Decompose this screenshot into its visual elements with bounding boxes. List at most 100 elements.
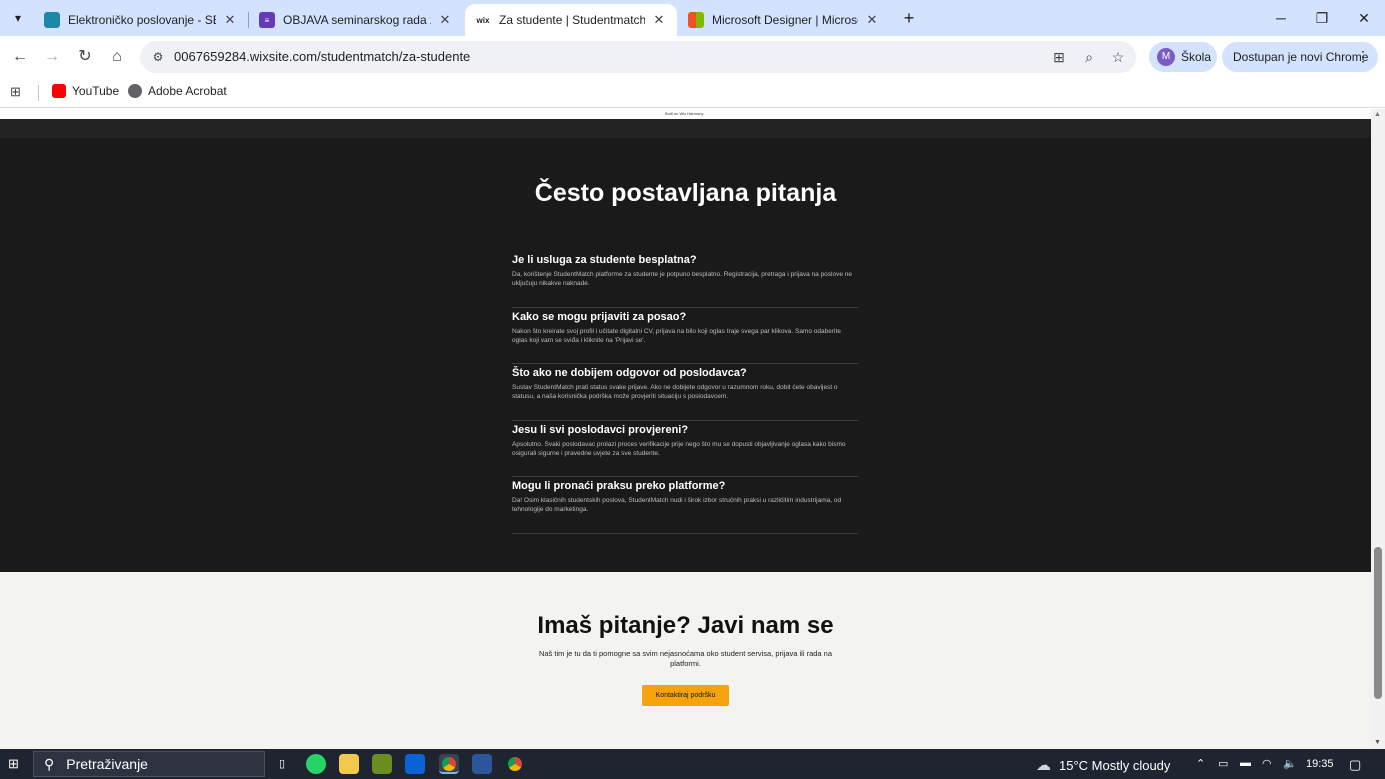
faq-heading: Često postavljana pitanja (534, 179, 837, 207)
bookmarks-bar: ⊞ YouTube Adobe Acrobat (0, 78, 1385, 108)
clock[interactable]: 19:35 (1306, 758, 1334, 770)
tab-title: Microsoft Designer | Microsoft (712, 13, 858, 27)
profile-button[interactable]: M Škola (1149, 42, 1217, 72)
minimize-icon[interactable]: ─ (1260, 0, 1302, 36)
contact-text: Naš tim je tu da ti pomogne sa svim neja… (538, 649, 833, 668)
scrollbar-thumb[interactable] (1374, 547, 1382, 699)
faq-question: Kako se mogu prijaviti za posao? (512, 310, 687, 323)
search-icon: ⚲ (44, 755, 55, 772)
weather-text: 15°C Mostly cloudy (1059, 757, 1171, 773)
apps-grid-icon[interactable]: ⊞ (10, 84, 26, 100)
faq-answer: Nakon što kreirate svoj profil i učitate… (512, 327, 841, 344)
menu-dots-icon[interactable]: ⋮ (1356, 48, 1370, 65)
close-tab-icon[interactable]: ✕ (651, 12, 667, 28)
bookmark-adobe-acrobat[interactable]: Adobe Acrobat (128, 84, 227, 98)
faq-list: Je li usluga za studente besplatna? Da, … (512, 251, 858, 534)
chrome-secondary-icon[interactable] (505, 754, 525, 774)
faq-answer: Apsolutno. Svaki poslodavac prolazi proc… (512, 440, 846, 457)
close-window-icon[interactable]: ✕ (1343, 0, 1385, 36)
close-tab-icon[interactable]: ✕ (864, 12, 880, 28)
windows-start-icon[interactable]: ⊞ (8, 757, 22, 771)
page-scrollbar[interactable]: ▲ ▼ (1371, 109, 1385, 749)
tray-chevron-icon[interactable]: ⌃ (1196, 757, 1205, 770)
faq-item: Jesu li svi poslodavci provjereni? Apsol… (512, 421, 858, 477)
back-icon[interactable]: ← (8, 45, 32, 69)
close-tab-icon[interactable]: ✕ (222, 12, 238, 28)
home-icon[interactable]: ⌂ (105, 45, 129, 69)
globe-icon (128, 84, 142, 98)
faq-item: Mogu li pronaći praksu preko platforme? … (512, 477, 858, 534)
faq-question: Jesu li svi poslodavci provjereni? (512, 423, 689, 436)
whatsapp-icon[interactable] (306, 754, 326, 774)
url-text[interactable]: 0067659284.wixsite.com/studentmatch/za-s… (174, 49, 470, 64)
faq-answer: Da, korištenje StudentMatch platforme za… (512, 271, 853, 287)
cloud-icon: ☁ (1036, 757, 1051, 774)
update-label: Dostupan je novi Chrome (1233, 50, 1369, 64)
profile-name: Škola (1181, 50, 1212, 64)
tab-search-chevron-icon[interactable]: ▾ (6, 6, 30, 30)
previous-section (0, 119, 1371, 138)
page-viewport: Built on Wix Harmony Često postavljana p… (0, 109, 1371, 749)
bookmark-label: Adobe Acrobat (148, 84, 227, 98)
faq-question: Je li usluga za studente besplatna? (512, 254, 697, 266)
volume-icon[interactable]: 🔈 (1283, 757, 1297, 770)
faq-question: Što ako ne dobijem odgovor od poslodavca… (512, 367, 747, 379)
contact-heading: Imaš pitanje? Javi nam se (537, 612, 834, 639)
tab-microsoft-designer[interactable]: Microsoft Designer | Microsoft ✕ (678, 4, 890, 36)
scroll-up-icon[interactable]: ▲ (1374, 111, 1381, 118)
forward-icon[interactable]: → (40, 45, 64, 69)
task-view-icon[interactable]: ▯ (272, 754, 292, 774)
tab-title: OBJAVA seminarskog rada za ko (283, 13, 431, 27)
avatar: M (1157, 48, 1175, 66)
store-icon[interactable] (372, 754, 392, 774)
tab-elektronicko[interactable]: Elektroničko poslovanje - SEMI ✕ (34, 4, 248, 36)
tab-za-studente[interactable]: wix Za studente | Studentmatch ✕ (465, 4, 677, 36)
outlook-icon[interactable] (405, 754, 425, 774)
restore-icon[interactable]: ❐ (1301, 0, 1343, 36)
microsoft-icon (688, 12, 704, 28)
faq-item: Što ako ne dobijem odgovor od poslodavca… (512, 364, 858, 421)
taskbar-search[interactable]: ⚲ Pretraživanje (33, 751, 265, 777)
battery-icon[interactable]: ▬ (1240, 757, 1251, 769)
new-tab-button[interactable]: + (897, 6, 921, 30)
faq-answer: Da! Osim klasičnih studentskih poslova, … (512, 497, 842, 513)
close-tab-icon[interactable]: ✕ (437, 12, 453, 28)
meet-icon[interactable]: ▭ (1218, 757, 1228, 770)
youtube-icon (52, 84, 66, 98)
reload-icon[interactable]: ↻ (73, 45, 97, 69)
scroll-down-icon[interactable]: ▼ (1374, 739, 1381, 746)
chrome-icon[interactable] (439, 754, 459, 774)
chrome-update-button[interactable]: Dostupan je novi Chrome ⋮ (1222, 42, 1378, 72)
address-bar[interactable]: ⚙ 0067659284.wixsite.com/studentmatch/za… (140, 41, 1136, 73)
classroom-icon (44, 12, 60, 28)
bookmark-separator (38, 85, 39, 101)
tab-title: Za studente | Studentmatch (499, 13, 645, 27)
wix-banner-text[interactable]: Built on Wix Harmony (665, 111, 703, 116)
faq-item: Je li usluga za studente besplatna? Da, … (512, 251, 858, 308)
faq-answer: Sustav StudentMatch prati status svake p… (512, 384, 838, 400)
search-placeholder: Pretraživanje (66, 756, 148, 772)
browser-toolbar: ← → ↻ ⌂ ⚙ 0067659284.wixsite.com/student… (0, 36, 1385, 78)
contact-section: Imaš pitanje? Javi nam se Naš tim je tu … (0, 572, 1371, 749)
contact-support-button[interactable]: Kontaktiraj podršku (642, 685, 729, 706)
weather-widget[interactable]: ☁ 15°C Mostly cloudy (1036, 756, 1170, 774)
wix-icon: wix (476, 15, 490, 25)
word-icon[interactable] (472, 754, 492, 774)
notifications-icon[interactable]: ▢ (1349, 757, 1361, 773)
tab-title: Elektroničko poslovanje - SEMI (68, 13, 216, 27)
site-info-icon[interactable]: ⚙ (150, 49, 166, 65)
faq-question: Mogu li pronaći praksu preko platforme? (512, 480, 726, 492)
bookmark-label: YouTube (72, 84, 120, 98)
wix-banner: Built on Wix Harmony (0, 109, 1371, 119)
windows-taskbar: ⊞ ⚲ Pretraživanje ▯ ☁ 15°C Mostly cloudy… (0, 749, 1385, 779)
zoom-icon[interactable]: ⌕ (1080, 48, 1098, 66)
wifi-icon[interactable]: ◠ (1262, 757, 1272, 770)
faq-section: Često postavljana pitanja Je li usluga z… (0, 138, 1371, 572)
file-explorer-icon[interactable] (339, 754, 359, 774)
bookmark-youtube[interactable]: YouTube (52, 84, 119, 98)
bookmark-star-icon[interactable]: ☆ (1109, 48, 1127, 66)
translate-icon[interactable]: ⊞ (1050, 48, 1068, 66)
faq-item: Kako se mogu prijaviti za posao? Nakon š… (512, 308, 858, 364)
tab-strip: ▾ Elektroničko poslovanje - SEMI ✕ ≡ OBJ… (0, 0, 1385, 36)
tab-objava[interactable]: ≡ OBJAVA seminarskog rada za ko ✕ (249, 4, 463, 36)
